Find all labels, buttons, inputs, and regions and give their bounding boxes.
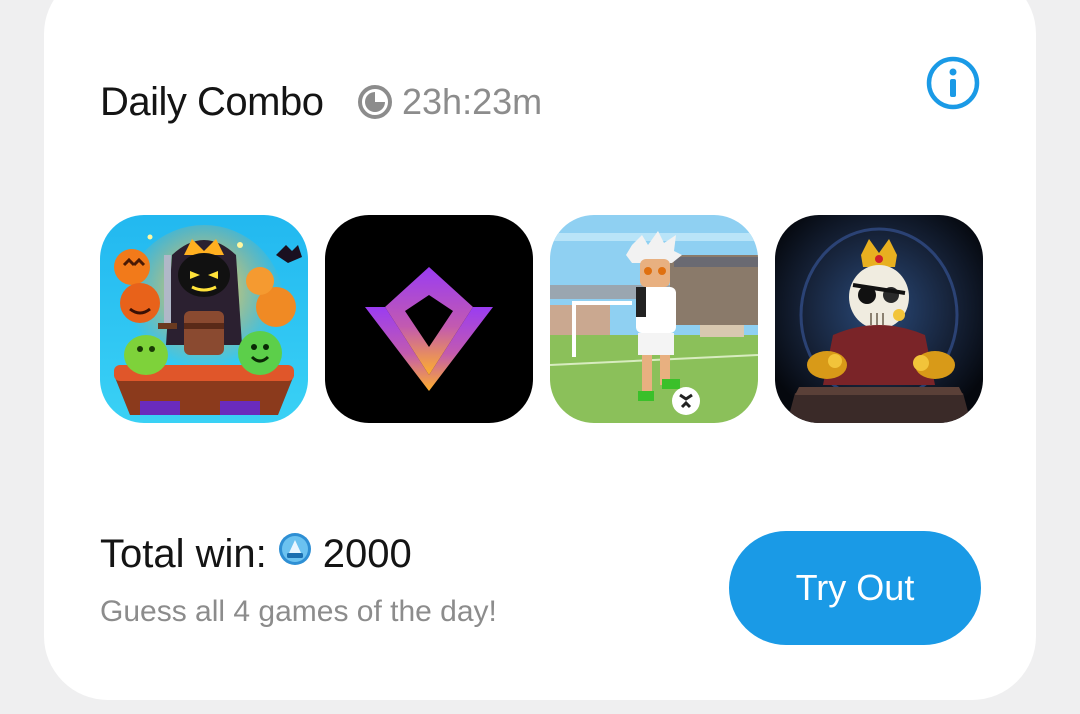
timer: 23h:23m: [356, 80, 542, 124]
halloween-dungeon-game-icon[interactable]: [100, 215, 308, 423]
total-win-value: 2000: [322, 532, 412, 576]
purple-chevron-logo-game-icon[interactable]: [325, 215, 533, 423]
clock-icon: [356, 83, 394, 121]
info-icon[interactable]: [925, 55, 981, 111]
games-row: [100, 215, 983, 423]
point-coin-icon: [277, 530, 313, 578]
try-out-button[interactable]: Try Out: [729, 531, 981, 645]
combo-subtitle: Guess all 4 games of the day!: [100, 595, 497, 628]
card-title: Daily Combo: [100, 80, 324, 124]
pixel-soccer-game-icon[interactable]: [550, 215, 758, 423]
skeleton-king-game-icon[interactable]: [775, 215, 983, 423]
total-win: Total win: 2000: [100, 530, 412, 578]
total-win-label: Total win:: [100, 532, 267, 576]
timer-text: 23h:23m: [402, 81, 543, 122]
